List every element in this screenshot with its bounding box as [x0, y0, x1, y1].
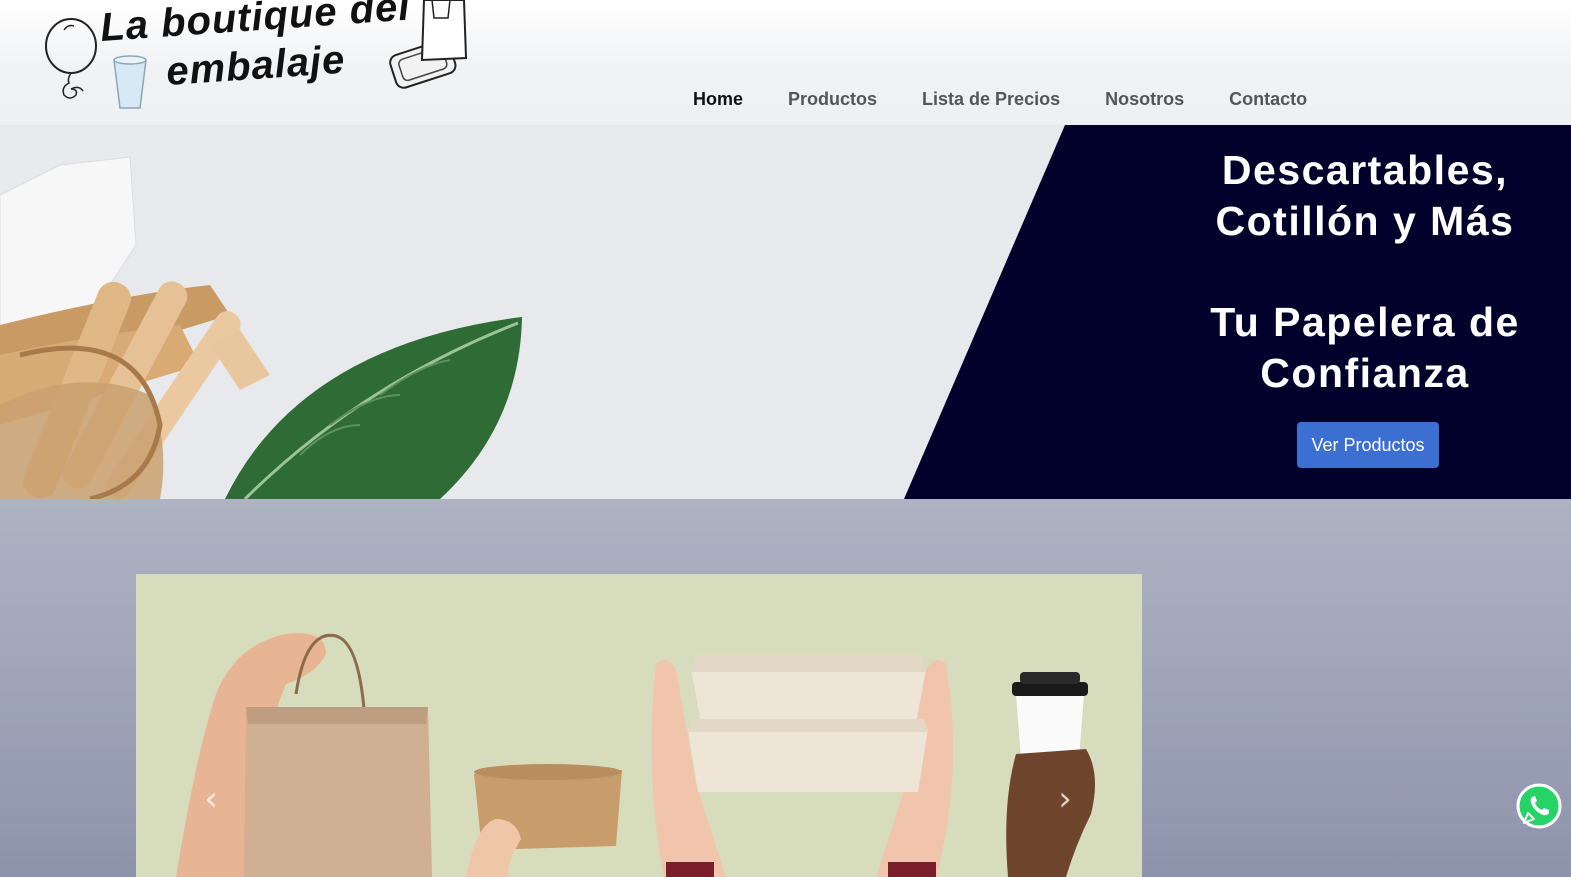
hero-subtitle-line2: Confianza: [1260, 350, 1470, 396]
hero-subtitle-line1: Tu Papelera de: [1210, 299, 1520, 345]
hero-banner: Descartables, Cotillón y Más Tu Papelera…: [0, 125, 1571, 499]
chevron-right-icon[interactable]: ›: [1050, 779, 1080, 819]
nav-item-nosotros[interactable]: Nosotros: [1105, 88, 1184, 112]
main-nav: Home Productos Lista de Precios Nosotros…: [693, 88, 1352, 112]
nav-item-contacto[interactable]: Contacto: [1229, 88, 1307, 112]
product-carousel[interactable]: ‹ ›: [136, 574, 1142, 877]
hero-title-line2: Cotillón y Más: [1215, 198, 1515, 244]
carousel-slide-image: [176, 633, 1095, 877]
ver-productos-button[interactable]: Ver Productos: [1297, 422, 1439, 468]
chevron-left-icon[interactable]: ‹: [196, 779, 226, 819]
hero-title: Descartables, Cotillón y Más: [1150, 145, 1571, 247]
nav-item-home[interactable]: Home: [693, 88, 743, 112]
hero-subtitle: Tu Papelera de Confianza: [1150, 297, 1571, 399]
whatsapp-icon[interactable]: [1516, 783, 1562, 829]
hero-title-line1: Descartables,: [1221, 147, 1509, 193]
nav-item-lista-de-precios[interactable]: Lista de Precios: [922, 88, 1060, 112]
nav-item-productos[interactable]: Productos: [788, 88, 877, 112]
site-logo[interactable]: La boutique del embalaje: [40, 0, 480, 118]
products-section: ‹ ›: [0, 499, 1571, 877]
site-header: La boutique del embalaje Home Productos …: [0, 0, 1571, 126]
